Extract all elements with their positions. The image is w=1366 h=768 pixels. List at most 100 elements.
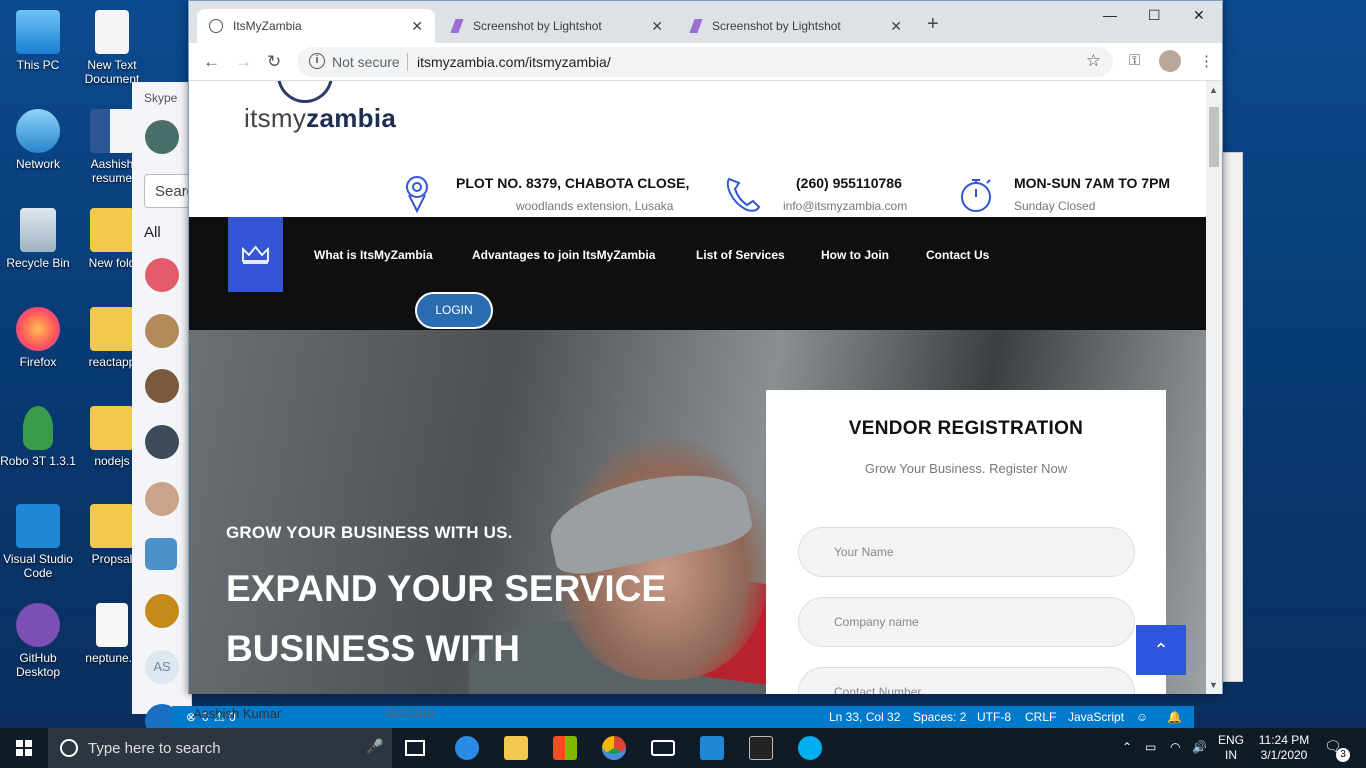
vscode-icon[interactable]: Visual Studio Code: [0, 504, 76, 580]
avatar[interactable]: [145, 425, 179, 459]
nav-how-to-join[interactable]: How to Join: [821, 248, 889, 262]
cursor-position[interactable]: Ln 33, Col 32: [829, 710, 900, 724]
chrome-icon[interactable]: [602, 736, 626, 760]
avatar[interactable]: [145, 369, 179, 403]
robo3t-icon[interactable]: Robo 3T 1.3.1: [0, 406, 76, 468]
volume-icon[interactable]: 🔊: [1192, 740, 1207, 755]
tab-lightshot-1[interactable]: Screenshot by Lightshot ✕: [437, 9, 675, 43]
forward-button[interactable]: →: [235, 52, 252, 72]
scroll-to-top-button[interactable]: ⌃: [1136, 625, 1186, 675]
github-desktop-icon[interactable]: GitHub Desktop: [0, 603, 76, 679]
login-button[interactable]: LOGIN: [415, 292, 493, 329]
scroll-thumb[interactable]: [1209, 107, 1219, 167]
menu-icon[interactable]: ⋮: [1199, 52, 1214, 70]
globe-icon: [209, 19, 223, 33]
skype-icon[interactable]: [798, 736, 822, 760]
nav-contact[interactable]: Contact Us: [926, 248, 989, 262]
bookmark-star-icon[interactable]: ☆: [1086, 51, 1101, 71]
network-icon[interactable]: Network: [0, 109, 76, 171]
icon-label: reactapp: [88, 355, 136, 369]
avatar[interactable]: [145, 482, 179, 516]
url-text[interactable]: itsmyzambia.com/itsmyzambia/: [417, 54, 611, 70]
security-status[interactable]: Not secure: [332, 54, 400, 70]
indent-setting[interactable]: Spaces: 2: [913, 710, 966, 724]
region-code: IN: [1225, 748, 1237, 762]
key-icon[interactable]: ⚿: [1129, 52, 1140, 69]
home-button[interactable]: [228, 217, 283, 292]
hero-subtitle: GROW YOUR BUSINESS WITH US.: [226, 523, 513, 542]
form-subtitle: Grow Your Business. Register Now: [864, 461, 1068, 476]
icon-label: Robo 3T 1.3.1: [0, 454, 76, 468]
clock[interactable]: 11:24 PM 3/1/2020: [1252, 733, 1316, 763]
opening-hours: MON-SUN 7AM TO 7PM: [1014, 175, 1171, 191]
company-name-field[interactable]: [798, 597, 1135, 647]
profile-avatar[interactable]: [1159, 50, 1181, 72]
avatar[interactable]: [145, 120, 179, 154]
tray-chevron-icon[interactable]: ⌃: [1122, 740, 1132, 755]
file-explorer-icon[interactable]: [504, 736, 528, 760]
divider: [407, 53, 408, 71]
line-ending[interactable]: CRLF: [1025, 710, 1056, 724]
new-tab-button[interactable]: +: [927, 13, 939, 36]
bell-icon[interactable]: 🔔: [1167, 710, 1182, 724]
page-scrollbar[interactable]: ▲ ▼: [1206, 81, 1222, 694]
avatar[interactable]: [145, 594, 179, 628]
nav-services[interactable]: List of Services: [696, 248, 785, 262]
avatar[interactable]: [145, 314, 179, 348]
minimize-button[interactable]: —: [1103, 7, 1117, 23]
encoding[interactable]: UTF-8: [977, 710, 1011, 724]
windows-start-icon[interactable]: [0, 728, 48, 768]
group-icon[interactable]: [145, 258, 179, 292]
address-bar[interactable]: i Not secure itsmyzambia.com/itsmyzambia…: [297, 47, 1113, 77]
mail-icon[interactable]: [651, 740, 675, 756]
phone-number[interactable]: (260) 955110786: [796, 175, 902, 191]
language-indicator[interactable]: ENG IN: [1218, 733, 1244, 763]
store-icon[interactable]: [553, 736, 577, 760]
main-navigation: What is ItsMyZambia Advantages to join I…: [189, 217, 1206, 330]
hero-section: GROW YOUR BUSINESS WITH US. EXPAND YOUR …: [189, 330, 1206, 694]
email-address[interactable]: info@itsmyzambia.com: [783, 199, 907, 213]
close-tab-icon[interactable]: ✕: [651, 18, 663, 35]
your-name-field[interactable]: [798, 527, 1135, 577]
back-button[interactable]: ←: [203, 52, 220, 72]
recycle-bin-icon[interactable]: Recycle Bin: [0, 208, 76, 270]
firefox-icon[interactable]: Firefox: [0, 307, 76, 369]
bot-icon[interactable]: [145, 538, 177, 570]
tab-itsmyzambia[interactable]: ItsMyZambia ✕: [197, 9, 435, 43]
tab-label: Screenshot by Lightshot: [712, 19, 841, 33]
nav-what-is[interactable]: What is ItsMyZambia: [314, 248, 433, 262]
this-pc-icon[interactable]: This PC: [0, 10, 76, 72]
microphone-icon[interactable]: 🎤: [366, 738, 383, 755]
feedback-icon[interactable]: ☺: [1136, 710, 1148, 724]
close-tab-icon[interactable]: ✕: [411, 18, 423, 35]
notification-count: 3: [1336, 748, 1350, 762]
task-view-icon[interactable]: [405, 740, 425, 756]
terminal-icon[interactable]: [749, 736, 773, 760]
vendor-registration-form: VENDOR REGISTRATION Grow Your Business. …: [766, 390, 1166, 694]
language-mode[interactable]: JavaScript: [1068, 710, 1124, 724]
vscode-taskbar-icon[interactable]: [700, 736, 724, 760]
reload-button[interactable]: ↻: [267, 52, 281, 72]
battery-icon[interactable]: ▭: [1145, 740, 1156, 755]
address-title: PLOT NO. 8379, CHABOTA CLOSE,: [456, 175, 690, 191]
wifi-icon[interactable]: ◠: [1170, 740, 1180, 755]
taskbar-search-input[interactable]: Type here to search 🎤: [48, 728, 392, 768]
text-document-icon[interactable]: New Text Document: [74, 10, 150, 86]
info-icon[interactable]: i: [309, 53, 325, 69]
scroll-down-arrow[interactable]: ▼: [1209, 680, 1218, 690]
scroll-up-arrow[interactable]: ▲: [1209, 85, 1218, 95]
site-logo[interactable]: itsmyzambia: [244, 103, 396, 134]
web-page: itsmyzambia PLOT NO. 8379, CHABOTA CLOSE…: [189, 81, 1206, 694]
browser-toolbar: ← → ↻ i Not secure itsmyzambia.com/itsmy…: [189, 43, 1222, 81]
avatar[interactable]: AS: [145, 650, 179, 684]
close-window-button[interactable]: ✕: [1193, 7, 1205, 24]
icon-label: Recycle Bin: [6, 256, 70, 270]
maximize-button[interactable]: ☐: [1148, 7, 1161, 24]
tab-lightshot-2[interactable]: Screenshot by Lightshot ✕: [676, 9, 914, 43]
skype-filter[interactable]: All: [144, 224, 161, 241]
edge-icon[interactable]: [455, 736, 479, 760]
nav-advantages[interactable]: Advantages to join ItsMyZambia: [472, 248, 655, 262]
contact-number-field[interactable]: [798, 667, 1135, 694]
close-tab-icon[interactable]: ✕: [890, 18, 902, 35]
tab-label: Screenshot by Lightshot: [473, 19, 602, 33]
